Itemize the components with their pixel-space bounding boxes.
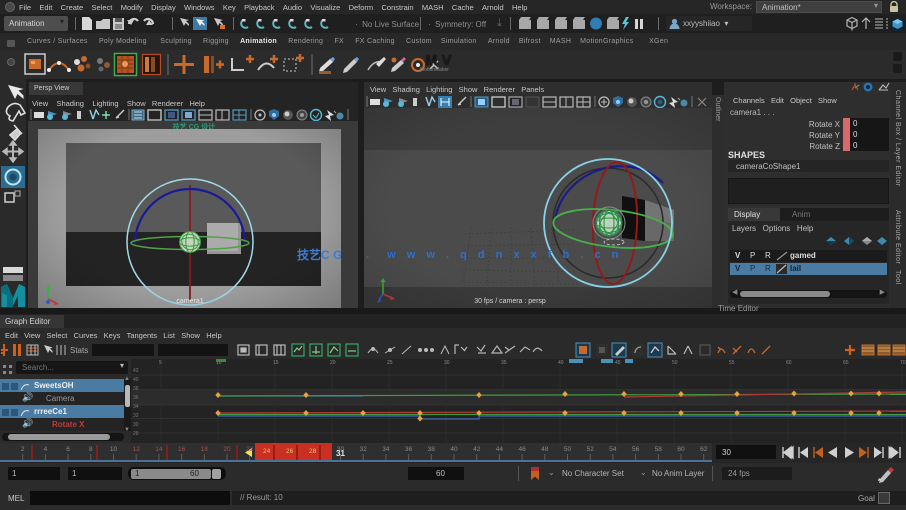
svg-text:35: 35	[501, 360, 507, 366]
svg-text:36: 36	[133, 395, 139, 401]
svg-text:46: 46	[518, 446, 526, 453]
svg-text:22: 22	[246, 446, 254, 453]
svg-text:44: 44	[496, 446, 504, 453]
svg-text:45: 45	[615, 360, 621, 366]
svg-text:28: 28	[133, 431, 139, 437]
svg-text:4: 4	[44, 446, 48, 453]
svg-text:6: 6	[66, 446, 70, 453]
svg-text:50: 50	[564, 446, 572, 453]
svg-text:2: 2	[21, 446, 25, 453]
svg-text:40: 40	[133, 377, 139, 383]
svg-text:34: 34	[133, 404, 139, 410]
svg-text:32: 32	[360, 446, 368, 453]
svg-text:70: 70	[900, 360, 906, 366]
svg-text:40: 40	[450, 446, 458, 453]
svg-text:52: 52	[587, 446, 595, 453]
svg-text:10: 10	[110, 446, 118, 453]
svg-text:Stats: Stats	[70, 346, 88, 355]
svg-text:36: 36	[405, 446, 413, 453]
svg-text:54: 54	[609, 446, 617, 453]
svg-text:56: 56	[632, 446, 640, 453]
svg-text:40: 40	[558, 360, 564, 366]
svg-text:20: 20	[223, 446, 231, 453]
svg-text:60: 60	[677, 446, 685, 453]
svg-text:55: 55	[729, 360, 735, 366]
svg-text:8: 8	[89, 446, 93, 453]
svg-text:25: 25	[387, 360, 393, 366]
svg-text:16: 16	[178, 446, 186, 453]
svg-text:15: 15	[273, 360, 279, 366]
svg-text:38: 38	[428, 446, 436, 453]
svg-text:60: 60	[786, 360, 792, 366]
svg-text:48: 48	[541, 446, 549, 453]
svg-text:34: 34	[382, 446, 390, 453]
svg-text:24: 24	[263, 448, 271, 455]
svg-text:42: 42	[473, 446, 481, 453]
svg-text:42: 42	[133, 368, 139, 374]
svg-text:20: 20	[330, 360, 336, 366]
svg-text:14: 14	[155, 446, 163, 453]
svg-text:26: 26	[286, 448, 294, 455]
svg-text:50: 50	[672, 360, 678, 366]
svg-text:65: 65	[843, 360, 849, 366]
svg-text:31: 31	[336, 449, 345, 458]
svg-text:32: 32	[133, 413, 139, 419]
svg-text:28: 28	[309, 448, 317, 455]
svg-text:12: 12	[133, 446, 141, 453]
svg-text:38: 38	[133, 386, 139, 392]
svg-text:5: 5	[159, 360, 162, 366]
svg-text:30: 30	[133, 422, 139, 428]
svg-text:62: 62	[700, 446, 708, 453]
svg-text:30: 30	[444, 360, 450, 366]
svg-text:58: 58	[655, 446, 663, 453]
svg-text:18: 18	[201, 446, 209, 453]
